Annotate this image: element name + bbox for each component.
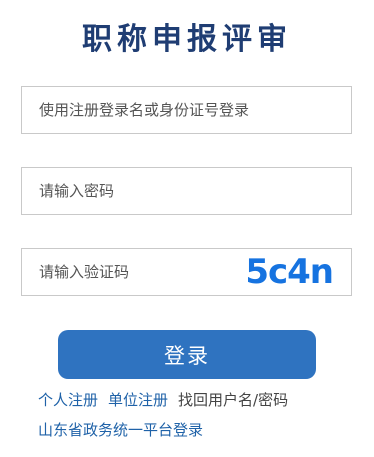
recover-account-link[interactable]: 找回用户名/密码 (178, 391, 288, 409)
login-panel: 职称申报评审 5c4n 登录 个人注册单位注册找回用户名/密码 山东省政务统一平… (0, 0, 374, 457)
password-input[interactable] (22, 168, 351, 214)
unit-register-link[interactable]: 单位注册 (108, 391, 168, 409)
captcha-field-box: 5c4n (21, 248, 352, 296)
platform-login-link[interactable]: 山东省政务统一平台登录 (38, 420, 203, 440)
username-input[interactable] (22, 87, 351, 133)
captcha-image[interactable]: 5c4n (245, 253, 334, 291)
captcha-input[interactable] (22, 249, 242, 295)
username-field-box (21, 86, 352, 134)
page-title: 职称申报评审 (82, 22, 292, 57)
password-field-box (21, 167, 352, 215)
personal-register-link[interactable]: 个人注册 (38, 391, 98, 409)
auxiliary-links: 个人注册 单位注册 找回用户名/密码 (38, 390, 288, 410)
login-button[interactable]: 登录 (58, 330, 316, 379)
